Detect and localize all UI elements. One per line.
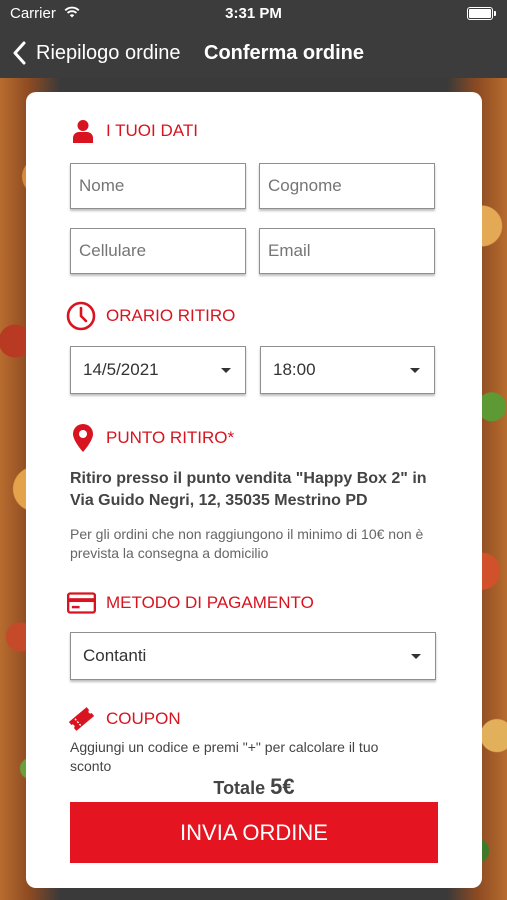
back-button[interactable]: Riepilogo ordine bbox=[12, 38, 181, 68]
pickup-date-value: 14/5/2021 bbox=[83, 360, 159, 379]
pickup-time-header: ORARIO RITIRO bbox=[66, 301, 236, 331]
payment-method-select[interactable]: Contanti bbox=[70, 632, 436, 680]
page-title: Conferma ordine bbox=[204, 42, 365, 64]
submit-order-button[interactable]: INVIA ORDINE bbox=[70, 802, 438, 863]
email-field[interactable] bbox=[259, 228, 435, 274]
last-name-field[interactable] bbox=[259, 163, 435, 209]
back-label: Riepilogo ordine bbox=[36, 41, 181, 64]
battery-icon bbox=[467, 7, 496, 20]
payment-method-value: Contanti bbox=[83, 646, 147, 665]
pickup-point-title: PUNTO RITIRO* bbox=[106, 428, 235, 447]
coupon-header: COUPON bbox=[68, 706, 181, 732]
clock-time: 3:31 PM bbox=[225, 5, 282, 22]
pickup-point-header: PUNTO RITIRO* bbox=[70, 424, 235, 452]
personal-data-header: I TUOI DATI bbox=[70, 118, 198, 144]
personal-data-title: I TUOI DATI bbox=[106, 121, 198, 140]
clock-icon bbox=[66, 301, 96, 331]
pickup-time-select[interactable]: 18:00 bbox=[260, 346, 435, 394]
location-pin-icon bbox=[70, 424, 96, 452]
total-amount: 5€ bbox=[270, 774, 295, 799]
user-icon bbox=[70, 118, 96, 144]
coupon-instructions: Aggiungi un codice e premi "+" per calco… bbox=[70, 739, 379, 774]
navigation-bar: Riepilogo ordine Conferma ordine bbox=[0, 28, 507, 78]
chevron-left-icon bbox=[13, 41, 26, 65]
total-label: Totale bbox=[213, 778, 266, 798]
delivery-minimum-note: Per gli ordini che non raggiungono il mi… bbox=[70, 526, 424, 561]
pickup-time-value: 18:00 bbox=[273, 360, 316, 379]
payment-title: METODO DI PAGAMENTO bbox=[106, 593, 314, 612]
credit-card-icon bbox=[67, 590, 96, 616]
pickup-address: Ritiro presso il punto vendita "Happy Bo… bbox=[70, 470, 427, 509]
ticket-icon bbox=[68, 706, 96, 732]
pickup-date-select[interactable]: 14/5/2021 bbox=[70, 346, 246, 394]
coupon-title: COUPON bbox=[106, 709, 181, 728]
payment-header: METODO DI PAGAMENTO bbox=[67, 590, 314, 616]
order-total: Totale 5€ bbox=[26, 774, 482, 800]
phone-field[interactable] bbox=[70, 228, 246, 274]
pickup-time-title: ORARIO RITIRO bbox=[106, 306, 236, 325]
dropdown-caret-icon bbox=[411, 654, 421, 659]
dropdown-caret-icon bbox=[410, 368, 420, 373]
first-name-field[interactable] bbox=[70, 163, 246, 209]
order-form-card: I TUOI DATI ORARIO RITIRO 14/5/2021 18:0… bbox=[26, 92, 482, 888]
status-bar: Carrier 3:31 PM bbox=[0, 0, 507, 28]
dropdown-caret-icon bbox=[221, 368, 231, 373]
